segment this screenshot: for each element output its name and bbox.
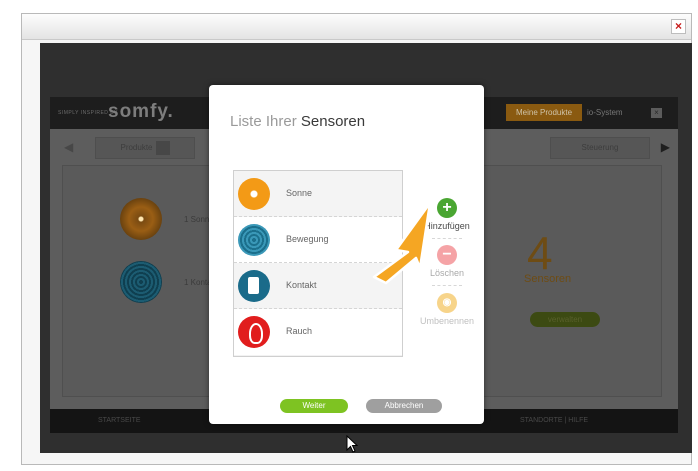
footer-right-links[interactable]: STANDORTE | HILFE — [520, 417, 588, 424]
sun-sensor-icon — [238, 178, 270, 210]
sensor-label: Rauch — [286, 326, 313, 336]
sensor-item-rauch[interactable]: Rauch — [234, 309, 402, 355]
rename-sensor-button[interactable]: ◉ Umbenennen — [413, 293, 481, 326]
tab-control[interactable]: Steuerung — [550, 137, 650, 159]
sensor-count-label: Sensoren — [524, 273, 572, 285]
contact-sensor-icon — [120, 261, 162, 303]
sensor-label: Kontakt — [286, 280, 317, 290]
sensor-label: Sonne — [286, 188, 313, 198]
nav-my-products[interactable]: Meine Produkte — [506, 104, 582, 121]
products-icon — [155, 140, 170, 155]
close-window-button[interactable]: × — [671, 19, 686, 34]
motion-sensor-icon — [238, 224, 270, 256]
app-close-icon[interactable]: × — [651, 108, 662, 118]
rename-label: Umbenennen — [419, 316, 475, 326]
dialog-title: Liste Ihrer Sensoren — [230, 113, 365, 130]
annotation-arrow-icon — [372, 201, 432, 285]
somfy-logo: somfy. — [108, 101, 174, 122]
tab-control-label: Steuerung — [581, 143, 619, 152]
dialog-title-light: Liste Ihrer — [230, 113, 301, 130]
manage-button[interactable]: verwalten — [530, 312, 600, 327]
tab-products-label: Produkte — [120, 143, 153, 152]
cancel-button[interactable]: Abbrechen — [366, 399, 442, 413]
sun-sensor-icon — [120, 198, 162, 240]
mouse-cursor-icon — [346, 435, 359, 453]
nav-io-system[interactable]: io-System — [587, 104, 647, 121]
window-titlebar: × — [22, 14, 691, 40]
rename-icon: ◉ — [437, 293, 457, 313]
tab-next-arrow-icon[interactable]: ▶ — [661, 140, 670, 154]
tab-products[interactable]: Produkte — [95, 137, 195, 159]
next-button[interactable]: Weiter — [280, 399, 348, 413]
tab-prev-arrow-icon[interactable]: ◀ — [64, 140, 73, 154]
dialog-title-bold: Sensoren — [300, 113, 366, 130]
contact-sensor-icon — [238, 270, 270, 302]
action-divider — [432, 285, 462, 286]
sensor-label: Bewegung — [286, 234, 329, 244]
smoke-sensor-icon — [238, 316, 270, 348]
sensor-count: 4 — [527, 227, 553, 279]
footer-home-link[interactable]: STARTSEITE — [98, 417, 141, 424]
